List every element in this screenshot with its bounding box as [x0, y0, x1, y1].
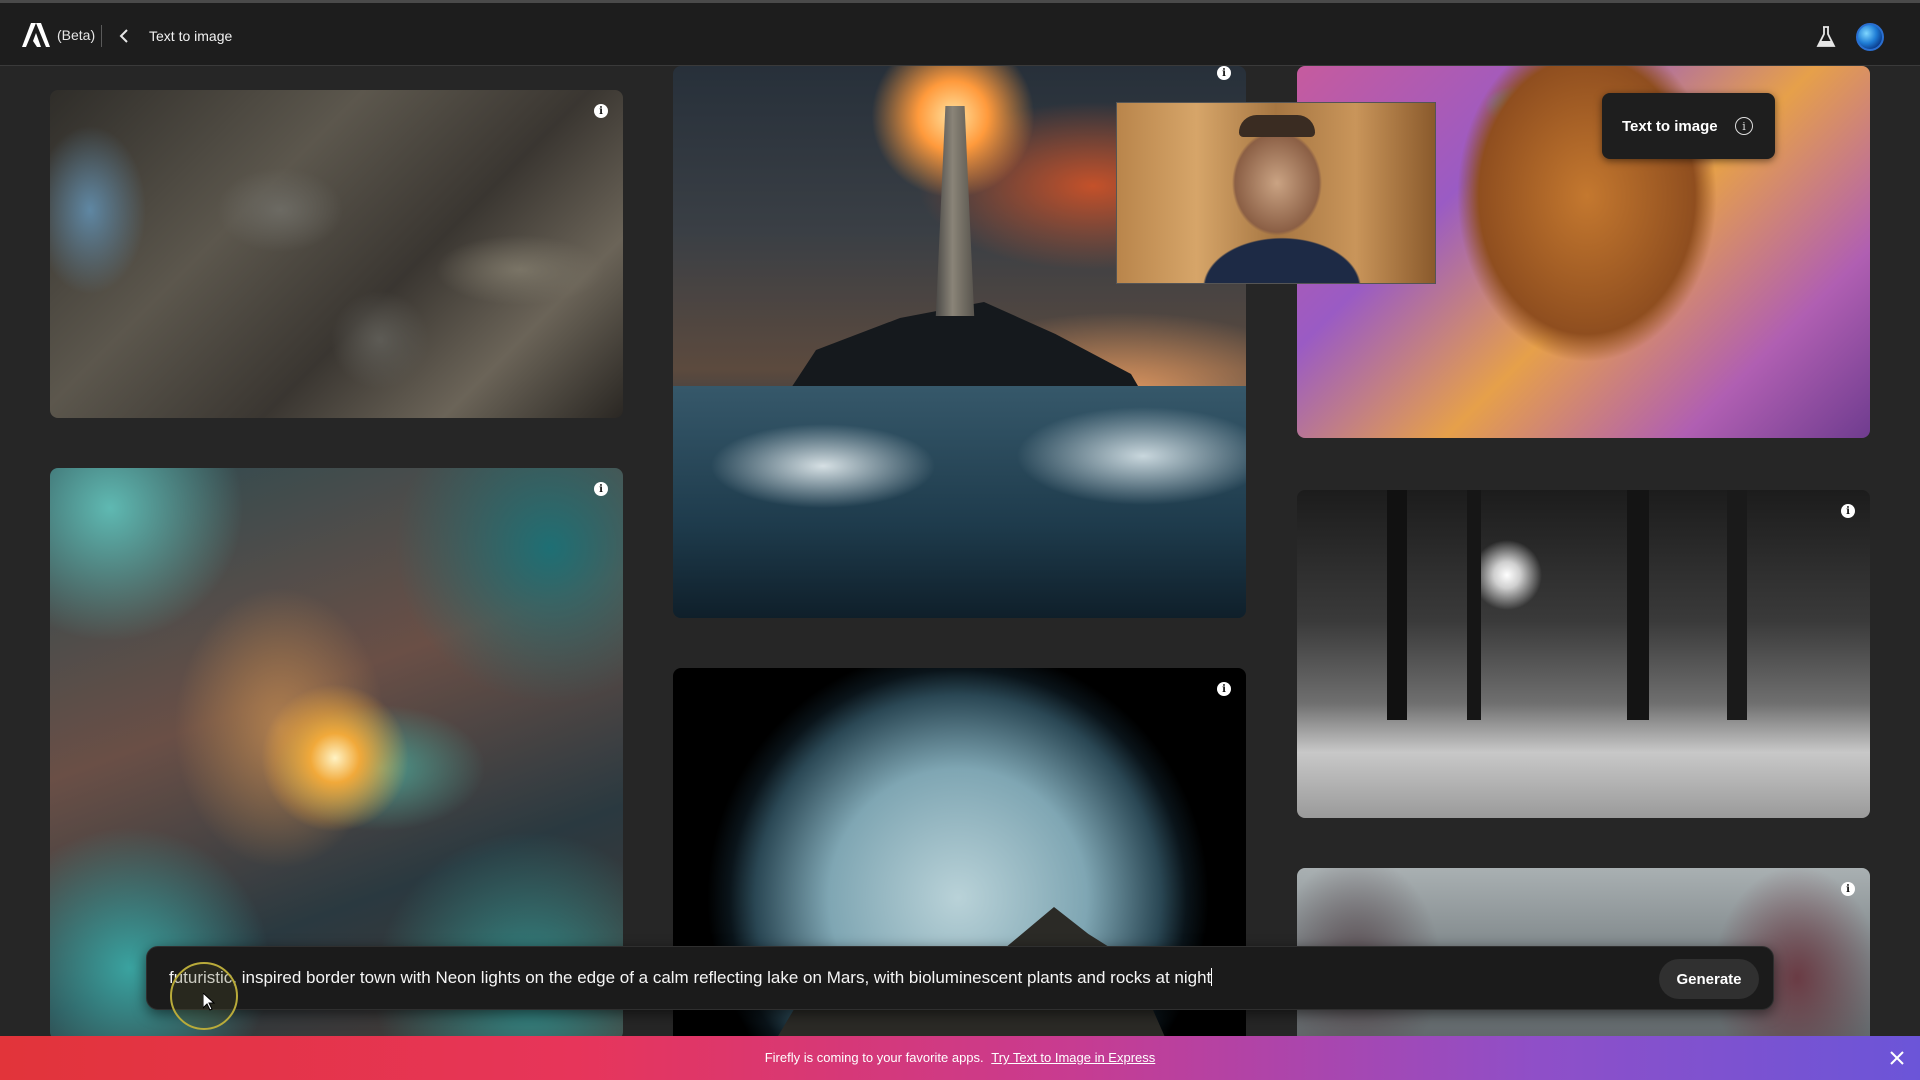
info-icon[interactable]: i [1735, 117, 1753, 135]
info-icon[interactable]: i [1217, 66, 1231, 80]
generate-button[interactable]: Generate [1659, 959, 1759, 999]
info-icon[interactable]: i [1217, 682, 1231, 696]
app-header: (Beta) Text to image [0, 3, 1920, 66]
chevron-left-icon[interactable] [116, 27, 134, 45]
promo-banner: Firefly is coming to your favorite apps.… [0, 1036, 1920, 1080]
banner-message: Firefly is coming to your favorite apps.… [0, 1050, 1920, 1065]
mouse-pointer-icon [203, 993, 215, 1011]
close-icon[interactable] [1888, 1049, 1906, 1067]
chip-label: Text to image [1622, 117, 1718, 135]
engine-image[interactable]: i [50, 90, 623, 418]
beta-label: (Beta) [57, 27, 96, 43]
banner-link[interactable]: Try Text to Image in Express [991, 1050, 1155, 1065]
webcam-person-hair [1239, 115, 1315, 137]
text-to-image-chip: Text to image i [1602, 93, 1775, 159]
forest-image[interactable]: i [1297, 490, 1870, 818]
webcam-overlay [1116, 102, 1436, 284]
waves [673, 386, 1246, 618]
breadcrumb-text-to-image[interactable]: Text to image [149, 28, 232, 44]
text-caret [1211, 968, 1213, 986]
info-icon[interactable]: i [594, 482, 608, 496]
lighthouse-tower [935, 106, 975, 316]
banner-text: Firefly is coming to your favorite apps. [764, 1050, 984, 1065]
forest-trees [1297, 490, 1870, 720]
info-icon[interactable]: i [1841, 504, 1855, 518]
header-divider [101, 25, 102, 47]
prompt-bar: futuristic, inspired border town with Ne… [146, 946, 1774, 1010]
bowl-image[interactable]: i [673, 668, 1246, 1080]
info-icon[interactable]: i [1841, 882, 1855, 896]
adobe-logo-icon[interactable] [22, 23, 50, 47]
user-avatar[interactable] [1856, 23, 1884, 51]
flask-icon[interactable] [1816, 26, 1836, 48]
info-icon[interactable]: i [594, 104, 608, 118]
prompt-value: futuristic, inspired border town with Ne… [169, 968, 1212, 987]
prompt-input[interactable]: futuristic, inspired border town with Ne… [169, 968, 1213, 988]
